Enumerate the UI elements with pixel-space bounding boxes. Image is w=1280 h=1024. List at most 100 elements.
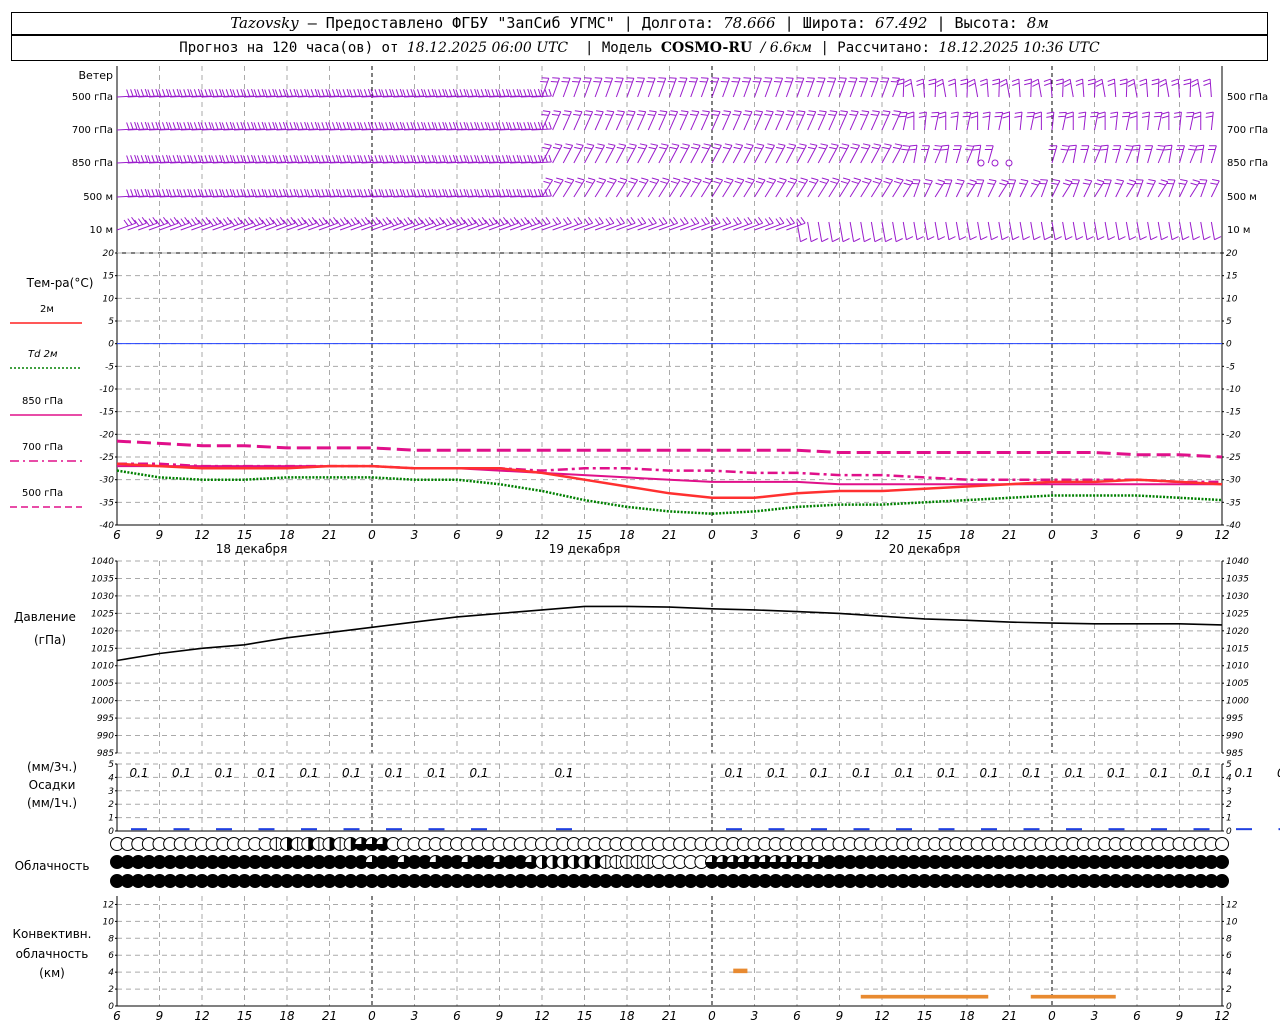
temp-tick-right: 20 bbox=[1226, 249, 1238, 259]
wind-barb-feather bbox=[756, 143, 764, 146]
wind-barb-feather bbox=[852, 143, 860, 146]
wind-barb bbox=[860, 221, 865, 242]
precip-tick-right: 1 bbox=[1226, 814, 1232, 824]
wind-barb-feather bbox=[1151, 78, 1159, 82]
wind-barb bbox=[722, 78, 730, 98]
wind-barb bbox=[1104, 221, 1109, 240]
wind-barb-feather bbox=[818, 146, 826, 150]
hour-tick-label: 0 bbox=[1048, 528, 1056, 542]
wind-barb-feather bbox=[1012, 82, 1020, 86]
wind-barb-feather bbox=[417, 89, 421, 97]
wind-barb-feather bbox=[553, 110, 561, 113]
wind-barb bbox=[201, 222, 221, 231]
wind-barb-feather bbox=[208, 88, 212, 97]
wind-barb-feather bbox=[927, 236, 935, 241]
wind-barb-feather bbox=[973, 144, 981, 147]
wind-barb-feather bbox=[1020, 179, 1029, 182]
wind-barb-feather bbox=[556, 177, 564, 181]
wind-barb-feather bbox=[1135, 179, 1144, 181]
wind-barb-feather bbox=[690, 77, 698, 79]
wind-barb-feather bbox=[573, 218, 579, 225]
wind-barb bbox=[743, 222, 763, 231]
hour-tick-label: 0 bbox=[368, 528, 376, 542]
wind-barb-feather bbox=[1192, 179, 1200, 183]
wind-barb bbox=[1200, 179, 1208, 198]
wind-barb-feather bbox=[286, 218, 292, 225]
wind-barb-feather bbox=[484, 188, 489, 197]
wind-barb-feather bbox=[342, 89, 346, 97]
wind-barb-feather bbox=[448, 122, 453, 130]
wind-barb-feather bbox=[647, 218, 654, 225]
wind-barb-feather bbox=[577, 177, 585, 181]
wind-barb bbox=[435, 222, 455, 231]
wind-barb bbox=[403, 222, 423, 231]
wind-barb-feather bbox=[720, 80, 729, 83]
wind-barb-feather bbox=[702, 110, 710, 113]
wind-barb-feather bbox=[562, 113, 570, 116]
wind-barb-feather bbox=[691, 110, 699, 113]
wind-barb-feather bbox=[144, 154, 149, 163]
wind-barb-feather bbox=[777, 143, 786, 146]
wind-barb-feather bbox=[378, 154, 382, 163]
wind-barb-feather bbox=[950, 115, 958, 118]
wind-barb-feather bbox=[799, 143, 807, 146]
precip-bar bbox=[768, 828, 785, 831]
wind-barb-feather bbox=[448, 189, 453, 197]
wind-barb-feather bbox=[395, 89, 400, 97]
wind-barb bbox=[318, 222, 338, 231]
wind-barb-feather bbox=[906, 236, 914, 241]
wind-barb-feather bbox=[389, 154, 393, 163]
wind-barb-feather bbox=[662, 177, 670, 181]
wind-barb-feather bbox=[1082, 182, 1091, 185]
wind-barb-feather bbox=[359, 89, 364, 97]
day-label: 19 декабря bbox=[549, 542, 621, 556]
wind-barb-feather bbox=[649, 180, 657, 184]
wind-barb-feather bbox=[885, 238, 893, 243]
wind-barb bbox=[945, 145, 950, 164]
wind-barb-feather bbox=[647, 77, 656, 79]
wind-barb-feather bbox=[533, 189, 538, 197]
wind-barb-feather bbox=[155, 88, 159, 97]
wind-barb-feather bbox=[1052, 179, 1060, 182]
wind-barb-feather bbox=[562, 218, 569, 225]
wind-barb-feather bbox=[537, 154, 542, 163]
wind-barb-feather bbox=[491, 89, 495, 97]
wind-barb bbox=[1040, 179, 1049, 198]
wind-barb-feather bbox=[711, 218, 717, 225]
wind-barb-feather bbox=[1159, 82, 1167, 87]
wind-barb-feather bbox=[296, 189, 300, 197]
wind-barb bbox=[1072, 221, 1077, 240]
temp-tick-right: -5 bbox=[1226, 362, 1235, 372]
wind-barb-feather bbox=[289, 122, 293, 130]
wind-barb-feather bbox=[147, 189, 151, 197]
wind-barb bbox=[998, 221, 1003, 240]
wind-barb-feather bbox=[307, 218, 314, 225]
wind-barb-feather bbox=[1086, 236, 1094, 241]
wind-barb-feather bbox=[893, 180, 902, 184]
wind-barb-feather bbox=[385, 89, 389, 97]
wind-barb-feather bbox=[211, 189, 215, 197]
wind-barb-feather bbox=[1199, 179, 1207, 181]
wind-barb-feather bbox=[406, 189, 410, 197]
wind-barb-feather bbox=[1127, 78, 1135, 83]
wind-barb-feather bbox=[604, 113, 613, 116]
wind-barb-feather bbox=[1024, 78, 1032, 82]
wind-barb-feather bbox=[775, 218, 781, 225]
wind-barb-feather bbox=[1127, 82, 1135, 87]
wind-barb-feather bbox=[144, 188, 149, 197]
wind-barb bbox=[1200, 145, 1205, 164]
wind-barb-feather bbox=[523, 189, 527, 197]
temp-tick-left: -35 bbox=[99, 498, 114, 508]
wind-barb-feather bbox=[817, 77, 826, 79]
wind-barb bbox=[987, 145, 994, 164]
wind-barb-feather bbox=[970, 111, 978, 115]
wind-barb-feather bbox=[594, 77, 603, 79]
wind-barb-feather bbox=[336, 188, 340, 197]
wind-barb-feather bbox=[552, 146, 561, 150]
temp-tick-right: -25 bbox=[1226, 453, 1241, 463]
wind-level-label: 10 м bbox=[90, 225, 113, 236]
wind-barb-feather bbox=[140, 189, 145, 197]
wind-barb-feather bbox=[1019, 182, 1027, 185]
wind-barb-feather bbox=[370, 155, 374, 163]
wind-barb-feather bbox=[406, 155, 410, 163]
